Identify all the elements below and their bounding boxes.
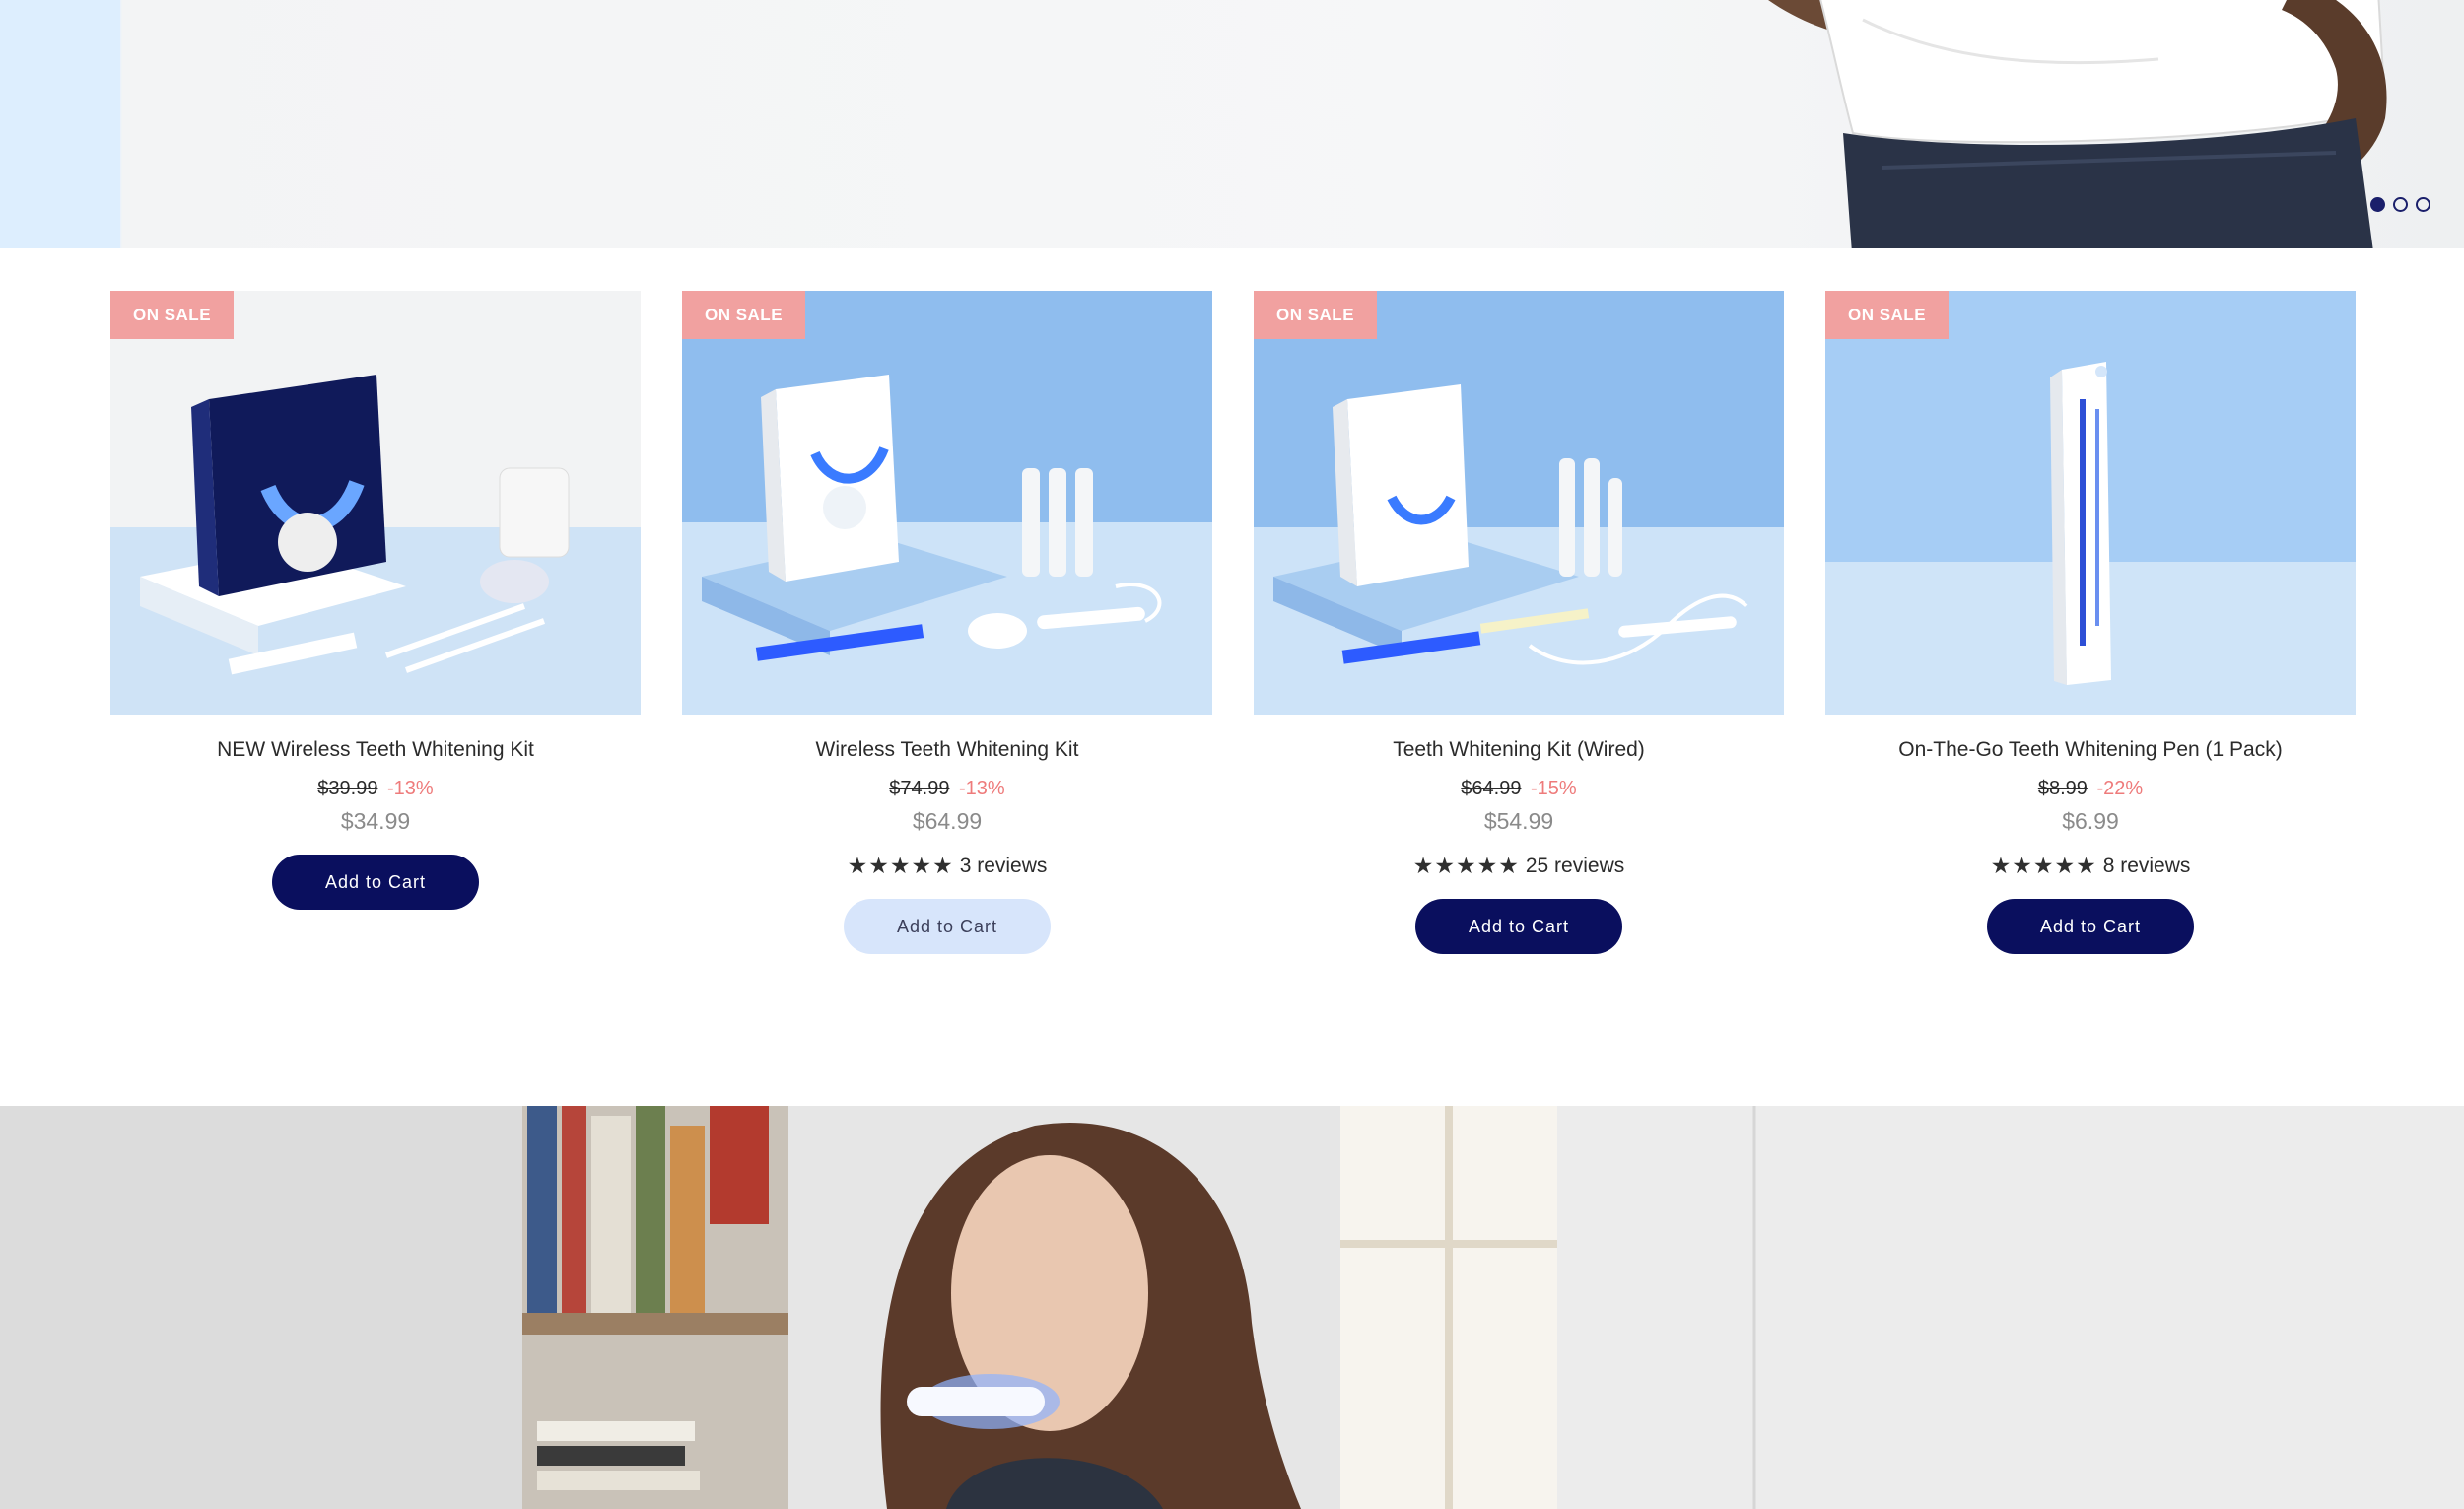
product-image[interactable]: ON SALE [1254,291,1784,715]
rating-row[interactable]: ★★★★★ 25 reviews [1254,853,1784,879]
rating-row[interactable]: ★★★★★ 8 reviews [1825,853,2356,879]
product-title[interactable]: On-The-Go Teeth Whitening Pen (1 Pack) [1825,738,2356,762]
price-compare: $8.99 -22% [1825,778,2356,800]
star-icon: ★★★★★ [847,853,954,878]
price-compare: $74.99 -13% [682,778,1212,800]
hero-side-stripe [0,0,120,248]
slider-dots [2370,197,2430,212]
product-card[interactable]: ON SALE Teeth Whitening Kit (Wired) $64.… [1254,291,1784,954]
on-sale-badge: ON SALE [110,291,234,339]
review-count: 25 reviews [1525,854,1625,877]
review-count: 8 reviews [2102,854,2191,877]
woman-using-whitening-device-image [0,1106,2464,1509]
product-title[interactable]: NEW Wireless Teeth Whitening Kit [110,738,641,762]
product-grid: ON SALE NEW Wireless Teeth Whitening Kit… [110,291,2356,981]
slider-dot-1[interactable] [2370,197,2385,212]
discount-percent: -15% [1531,778,1577,799]
price-compare: $64.99 -15% [1254,778,1784,800]
product-card[interactable]: ON SALE NEW Wireless Teeth Whitening Kit… [110,291,641,910]
discount-percent: -22% [2096,778,2144,799]
product-title[interactable]: Teeth Whitening Kit (Wired) [1254,738,1784,762]
product-image[interactable]: ON SALE [682,291,1212,715]
product-title[interactable]: Wireless Teeth Whitening Kit [682,738,1212,762]
original-price: $74.99 [889,778,950,799]
discount-percent: -13% [959,778,1005,799]
original-price: $8.99 [2037,778,2088,799]
product-image[interactable]: ON SALE [110,291,641,715]
add-to-cart-button[interactable]: Add to Cart [1415,899,1622,954]
on-sale-badge: ON SALE [1254,291,1377,339]
add-to-cart-button[interactable]: Add to Cart [844,899,1051,954]
slider-dot-3[interactable] [2416,197,2430,212]
original-price: $39.99 [317,778,378,799]
rating-row[interactable]: ★★★★★ 3 reviews [682,853,1212,879]
slider-dot-2[interactable] [2393,197,2408,212]
price-compare: $39.99 -13% [110,778,641,800]
sale-price: $34.99 [340,808,411,834]
product-card[interactable]: ON SALE On-The-Go Teeth Whitening Pen (1… [1825,291,2356,954]
add-to-cart-button[interactable]: Add to Cart [272,855,479,910]
discount-percent: -13% [387,778,434,799]
product-card[interactable]: ON SALE Wireless Teeth Whitening Kit $74… [682,291,1212,954]
on-sale-badge: ON SALE [682,291,805,339]
sale-price: $6.99 [2062,808,2119,834]
hero-banner [0,0,2464,248]
product-image[interactable]: ON SALE [1825,291,2356,715]
sale-price: $54.99 [1483,808,1554,834]
star-icon: ★★★★★ [1990,853,2097,878]
on-sale-badge: ON SALE [1825,291,1949,339]
sale-price: $64.99 [912,808,983,834]
star-icon: ★★★★★ [1412,853,1520,878]
add-to-cart-button[interactable]: Add to Cart [1987,899,2194,954]
review-count: 3 reviews [959,854,1048,877]
hero-person-image [1768,0,2387,248]
lifestyle-banner [0,1106,2464,1509]
original-price: $64.99 [1461,778,1522,799]
